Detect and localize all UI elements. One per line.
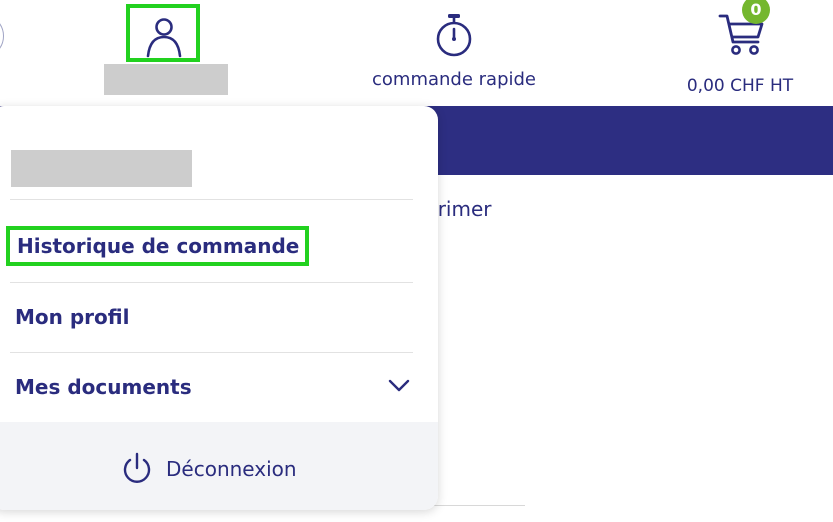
menu-item-order-history[interactable]: Historique de commande: [6, 226, 310, 266]
menu-divider: [10, 199, 413, 200]
menu-divider: [10, 282, 413, 283]
account-dropdown-menu: Historique de commande Mon profil Mes do…: [0, 106, 438, 510]
stopwatch-icon: [436, 14, 472, 57]
menu-divider: [10, 352, 413, 353]
power-icon: [123, 452, 151, 483]
account-button[interactable]: [126, 4, 200, 62]
user-name-redacted: [11, 150, 192, 187]
menu-footer: Déconnexion: [0, 422, 438, 510]
account-name-redacted: [104, 64, 228, 95]
menu-item-my-profile[interactable]: Mon profil: [15, 305, 129, 329]
background-divider: [430, 505, 525, 506]
quick-order-label: commande rapide: [372, 69, 536, 90]
cart-button[interactable]: 0 0,00 CHF HT: [660, 0, 820, 100]
top-header: commande rapide 0 0,00 CHF HT: [0, 0, 833, 106]
logout-button[interactable]: Déconnexion: [120, 452, 297, 486]
menu-item-my-documents[interactable]: Mes documents: [15, 375, 192, 399]
logout-label: Déconnexion: [166, 457, 297, 481]
partial-circle-button[interactable]: [0, 14, 4, 58]
user-icon: [146, 18, 182, 58]
chevron-down-icon[interactable]: [387, 378, 411, 394]
quick-order-button[interactable]: commande rapide: [354, 10, 554, 96]
cart-total: 0,00 CHF HT: [686, 76, 794, 96]
